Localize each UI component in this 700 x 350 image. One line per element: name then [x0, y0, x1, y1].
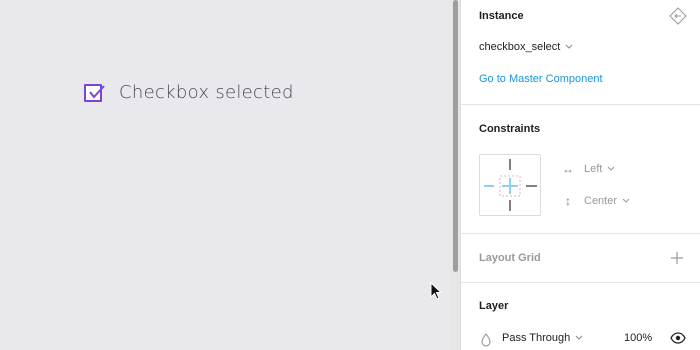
blend-mode-icon: [481, 333, 491, 347]
layout-grid-section: Layout Grid: [461, 234, 700, 283]
horizontal-constraint-select[interactable]: ↔ Left: [561, 162, 615, 176]
reset-instance-icon[interactable]: [668, 6, 688, 26]
checkmark-icon: [89, 84, 105, 99]
layer-section: Layer Pass Through 100%: [461, 283, 700, 350]
layout-grid-title: Layout Grid: [479, 252, 541, 264]
opacity-input[interactable]: 100%: [624, 332, 652, 344]
horizontal-constraint-value: Left: [584, 163, 603, 175]
constraints-title: Constraints: [479, 123, 541, 135]
chevron-down-icon: [575, 335, 583, 340]
constraint-widget[interactable]: [479, 154, 541, 216]
layer-title: Layer: [479, 300, 509, 312]
vertical-constraint-select[interactable]: ↕ Center: [561, 194, 630, 208]
eye-icon[interactable]: [670, 332, 686, 344]
scrollbar-thumb[interactable]: [453, 0, 458, 272]
canvas-scrollbar[interactable]: [451, 0, 460, 350]
checkbox-checked[interactable]: [84, 83, 105, 102]
component-name: checkbox_select: [479, 41, 561, 53]
chevron-down-icon: [608, 166, 615, 171]
chevron-down-icon: [622, 198, 630, 203]
checkbox-component[interactable]: Checkbox selected: [84, 82, 294, 103]
constraint-diagram-icon: [484, 159, 537, 211]
blend-mode-select[interactable]: Pass Through: [502, 332, 583, 344]
vertical-constraint-icon: ↕: [565, 194, 571, 208]
go-to-master-component-link[interactable]: Go to Master Component: [479, 73, 603, 85]
component-name-select[interactable]: checkbox_select: [479, 41, 573, 53]
properties-panel: Instance checkbox_select Go to Master Co…: [460, 0, 700, 350]
blend-mode-value: Pass Through: [502, 332, 571, 344]
vertical-constraint-value: Center: [584, 195, 618, 207]
canvas[interactable]: Checkbox selected: [0, 0, 451, 350]
checkbox-label: Checkbox selected: [119, 82, 294, 103]
constraints-section: Constraints ↔ Left ↕ Center: [461, 105, 700, 234]
mouse-cursor-icon: [430, 282, 443, 300]
chevron-down-icon: [565, 44, 573, 49]
horizontal-constraint-icon: ↔: [562, 162, 574, 176]
instance-title: Instance: [479, 10, 524, 22]
plus-icon[interactable]: [670, 251, 684, 265]
instance-section: Instance checkbox_select Go to Master Co…: [461, 0, 700, 105]
